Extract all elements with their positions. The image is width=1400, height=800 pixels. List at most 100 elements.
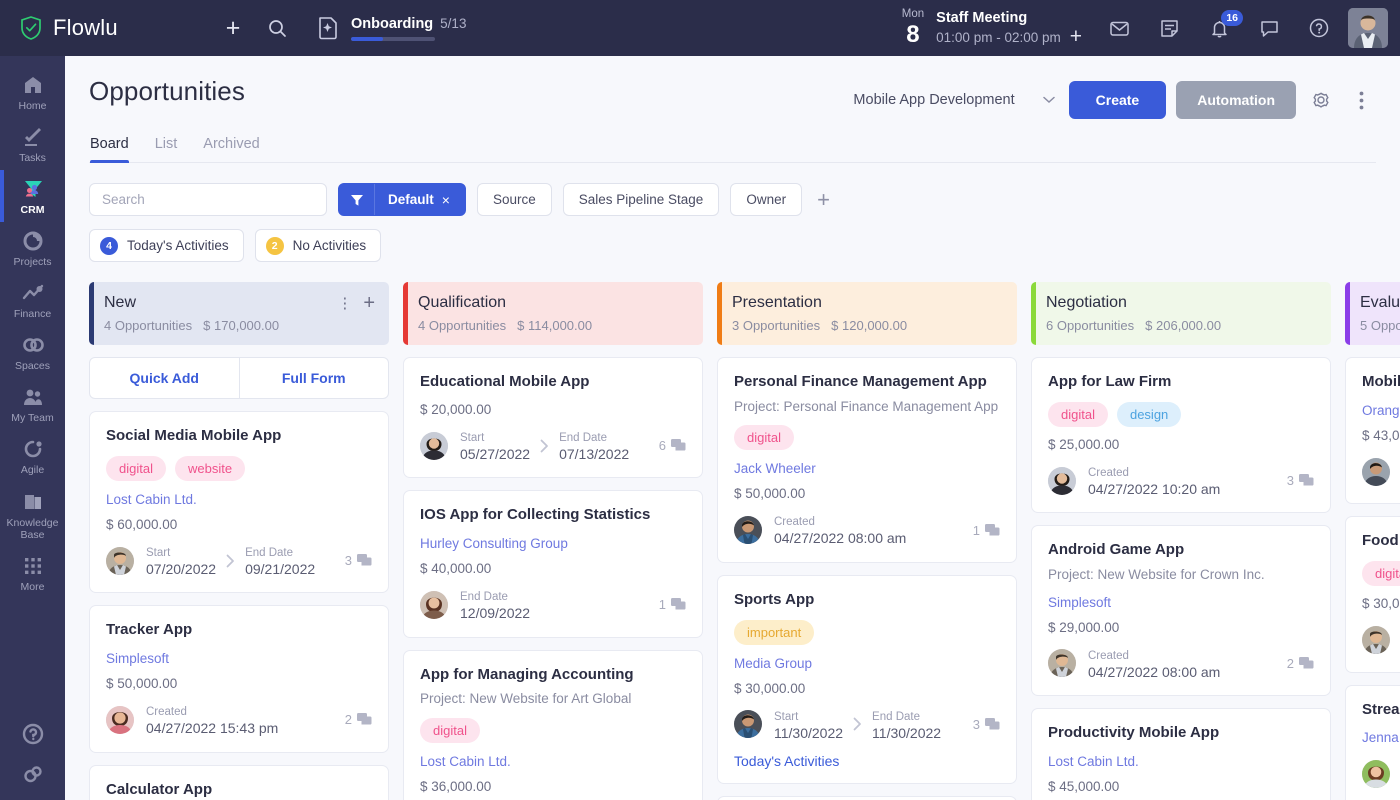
tag[interactable]: digital [420, 718, 480, 743]
full-form-button[interactable]: Full Form [240, 358, 389, 398]
tag[interactable]: digital [106, 456, 166, 481]
filter-preset-default[interactable]: Default × [338, 183, 466, 216]
opportunity-amount: $ 40,000.00 [420, 561, 686, 576]
opportunity-amount: $ 20,000.00 [420, 402, 686, 417]
add-filter-button[interactable]: + [813, 189, 834, 211]
pipeline-selector[interactable]: Mobile App Development [853, 92, 1054, 108]
sidebar-item-agile[interactable]: Agile [0, 430, 65, 482]
opportunity-account-link[interactable]: Media Group [734, 656, 1000, 671]
brand-logo[interactable]: Flowlu [0, 15, 190, 41]
tag[interactable]: digital [1048, 402, 1108, 427]
notes-button[interactable] [1152, 11, 1186, 45]
settings-icon[interactable] [21, 762, 45, 786]
comment-count[interactable]: 6 [659, 438, 686, 453]
opportunity-card[interactable]: Educational Mobile App$ 20,000.00Start05… [403, 357, 703, 478]
column-name: New [104, 294, 136, 312]
opportunity-account-link[interactable]: Jenna Grove [1362, 730, 1400, 745]
opportunity-account-link[interactable]: Simplesoft [1048, 595, 1314, 610]
comment-count[interactable]: 1 [973, 523, 1000, 538]
column-menu-icon[interactable]: ⋮ [337, 299, 352, 308]
tab-list[interactable]: List [155, 136, 178, 162]
sidebar-item-crm[interactable]: CRM [0, 170, 65, 222]
opportunity-account-link[interactable]: Lost Cabin Ltd. [420, 754, 686, 769]
sidebar-item-tasks[interactable]: Tasks [0, 118, 65, 170]
sidebar-item-home[interactable]: Home [0, 66, 65, 118]
onboarding-widget[interactable]: Onboarding 5/13 [316, 15, 466, 41]
opportunity-card[interactable]: IOS App for Collecting StatisticsHurley … [403, 490, 703, 637]
tag[interactable]: website [175, 456, 245, 481]
opportunity-account-link[interactable]: Hurley Consulting Group [420, 536, 686, 551]
help-button[interactable] [1302, 11, 1336, 45]
filter-chip-sales-pipeline-stage[interactable]: Sales Pipeline Stage [563, 183, 720, 216]
comment-count[interactable]: 3 [345, 553, 372, 568]
opportunity-title: App for Law Firm [1048, 373, 1314, 392]
comment-count[interactable]: 3 [1287, 473, 1314, 488]
support-icon[interactable] [21, 722, 45, 746]
opportunity-card[interactable]: Travel Mobile AppProject: Mobile App Dev… [717, 796, 1017, 800]
filter-chip-owner[interactable]: Owner [730, 183, 802, 216]
tab-board[interactable]: Board [90, 136, 129, 162]
add-meeting-button[interactable]: + [1070, 29, 1082, 46]
tag[interactable]: digital [1362, 561, 1400, 586]
gear-icon [1310, 89, 1332, 111]
sidebar-item-projects[interactable]: Projects [0, 222, 65, 274]
tag[interactable]: important [734, 620, 814, 645]
global-add-button[interactable]: + [216, 11, 250, 45]
column-add-icon[interactable]: + [363, 295, 375, 311]
sidebar-item-knowledge-base[interactable]: Knowledge Base [0, 483, 65, 547]
opportunity-account-link[interactable]: Simplesoft [106, 651, 372, 666]
notifications-button[interactable]: 16 [1202, 11, 1236, 45]
search-input[interactable]: Search [89, 183, 327, 216]
comment-count[interactable]: 1 [659, 597, 686, 612]
user-avatar[interactable] [1348, 8, 1388, 48]
quick-add-button[interactable]: Quick Add [90, 358, 240, 398]
app-body: Home Tasks CRM [0, 56, 1400, 800]
todays-activities-link[interactable]: Today's Activities [734, 753, 1000, 769]
opportunity-card[interactable]: Android Game AppProject: New Website for… [1031, 525, 1331, 696]
opportunity-card[interactable]: App for Law Firmdigitaldesign$ 25,000.00… [1031, 357, 1331, 513]
quick-filter-todays-activities[interactable]: 4 Today's Activities [89, 229, 244, 262]
meeting-time: 01:00 pm - 02:00 pm [936, 30, 1061, 45]
opportunity-card[interactable]: Calculator AppRob Baker [89, 765, 389, 800]
create-button[interactable]: Create [1069, 81, 1167, 119]
opportunity-card[interactable]: Personal Finance Management AppProject: … [717, 357, 1017, 563]
settings-button[interactable] [1306, 85, 1336, 115]
opportunity-account-link[interactable]: Orange Tales [1362, 403, 1400, 418]
avatar [734, 516, 762, 544]
chat-button[interactable] [1252, 11, 1286, 45]
grid-more-icon [21, 554, 45, 578]
sidebar-label-more: More [21, 581, 45, 593]
opportunity-dates: Start07/20/2022End Date09/21/2022 [146, 543, 315, 579]
kanban-board[interactable]: New⋮+4 Opportunities$ 170,000.00Quick Ad… [65, 262, 1400, 800]
date-value-start: 04/27/2022 08:00 am [1088, 664, 1220, 682]
comment-count[interactable]: 3 [973, 717, 1000, 732]
opportunity-card[interactable]: Sports AppimportantMedia Group$ 30,000.0… [717, 575, 1017, 784]
comment-count[interactable]: 2 [345, 712, 372, 727]
opportunity-card[interactable]: Food Delivery Appdigital$ 30,000.00Creat… [1345, 516, 1400, 672]
quick-filter-no-activities[interactable]: 2 No Activities [255, 229, 382, 262]
tag[interactable]: digital [734, 425, 794, 450]
opportunity-card[interactable]: Social Media Mobile AppdigitalwebsiteLos… [89, 411, 389, 593]
tab-archived[interactable]: Archived [203, 136, 259, 162]
opportunity-card[interactable]: Tracker AppSimplesoft$ 50,000.00Created0… [89, 605, 389, 752]
sidebar-item-more[interactable]: More [0, 547, 65, 599]
more-options-button[interactable] [1346, 85, 1376, 115]
sidebar-item-finance[interactable]: Finance [0, 274, 65, 326]
tag[interactable]: design [1117, 402, 1181, 427]
mail-button[interactable] [1102, 11, 1136, 45]
opportunity-account-link[interactable]: Lost Cabin Ltd. [1048, 754, 1314, 769]
opportunity-account-link[interactable]: Jack Wheeler [734, 461, 1000, 476]
automation-button[interactable]: Automation [1176, 81, 1296, 119]
sidebar-item-my-team[interactable]: My Team [0, 378, 65, 430]
close-icon[interactable]: × [442, 192, 450, 208]
opportunity-account-link[interactable]: Lost Cabin Ltd. [106, 492, 372, 507]
opportunity-card[interactable]: Mobile App for ShopOrange Tales$ 43,000.… [1345, 357, 1400, 504]
opportunity-card[interactable]: App for Managing AccountingProject: New … [403, 650, 703, 800]
opportunity-card[interactable]: Streaming appJenna GroveCreated08/08/202… [1345, 685, 1400, 800]
sidebar-item-spaces[interactable]: Spaces [0, 326, 65, 378]
opportunity-card[interactable]: Productivity Mobile AppLost Cabin Ltd.$ … [1031, 708, 1331, 800]
filter-chip-source[interactable]: Source [477, 183, 552, 216]
global-search-button[interactable] [260, 11, 294, 45]
upcoming-meeting[interactable]: Mon 8 Staff Meeting 01:00 pm - 02:00 pm … [902, 9, 1082, 48]
comment-count[interactable]: 2 [1287, 656, 1314, 671]
